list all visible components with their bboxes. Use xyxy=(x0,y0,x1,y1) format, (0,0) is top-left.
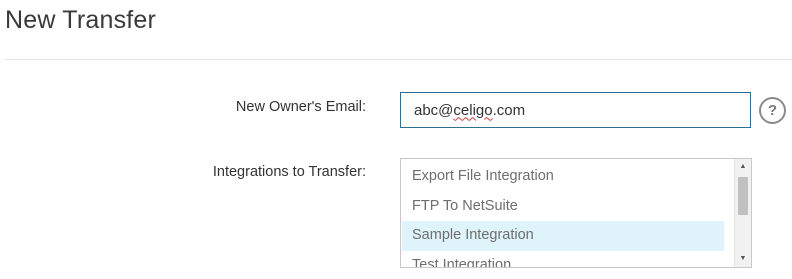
list-item-test-integration[interactable]: Test Integration xyxy=(402,251,724,268)
list-item-export-file-integration[interactable]: Export File Integration xyxy=(402,162,724,192)
list-item-ftp-to-netsuite[interactable]: FTP To NetSuite xyxy=(402,192,724,222)
email-value-suffix: .com xyxy=(492,101,526,119)
integrations-listbox[interactable]: Export File Integration FTP To NetSuite … xyxy=(400,158,752,268)
email-value-misspelled: celigo xyxy=(453,101,493,119)
triangle-down-icon[interactable]: ▼ xyxy=(735,252,751,266)
question-circle-icon[interactable]: ? xyxy=(759,97,786,124)
list-item-sample-integration[interactable]: Sample Integration xyxy=(402,221,724,251)
title-divider xyxy=(5,59,792,60)
page-title: New Transfer xyxy=(5,6,157,34)
scroll-thumb[interactable] xyxy=(738,177,748,215)
integrations-options: Export File Integration FTP To NetSuite … xyxy=(402,162,724,268)
new-owner-email-label: New Owner's Email: xyxy=(235,99,366,115)
new-transfer-page: New Transfer New Owner's Email: abc@ celi… xyxy=(0,0,792,279)
triangle-up-icon[interactable]: ▲ xyxy=(735,160,751,174)
new-owner-email-input[interactable]: abc@ celigo .com xyxy=(400,92,751,128)
listbox-scrollbar[interactable]: ▲ ▼ xyxy=(734,159,751,267)
integrations-to-transfer-label: Integrations to Transfer: xyxy=(212,164,366,180)
email-value-prefix: abc@ xyxy=(414,101,454,119)
